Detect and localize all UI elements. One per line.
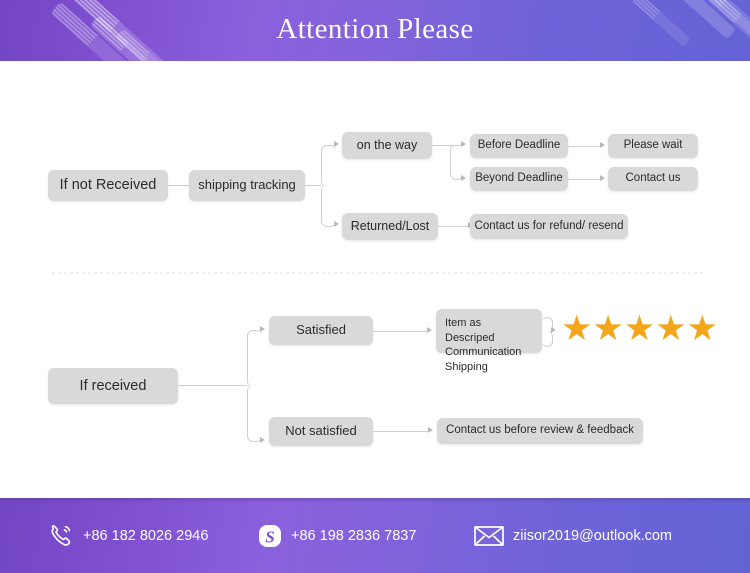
star-icon: ★	[592, 309, 623, 348]
arrow-to-stars	[551, 327, 556, 333]
rating-stars: ★ ★ ★ ★ ★	[561, 309, 718, 348]
connector-returned-to-refund	[438, 226, 469, 227]
connector-satisfied-to-criteria	[373, 331, 428, 332]
page-footer: +86 182 8026 2946 S +86 198 2836 7837 zi…	[0, 498, 750, 573]
arrow-to-not-satisfied	[260, 437, 265, 443]
criteria-line-communication: Communication	[445, 346, 522, 359]
phone-number: +86 182 8026 2946	[83, 527, 209, 544]
section-divider	[52, 272, 706, 274]
diagram-canvas: If not Received shipping tracking on the…	[0, 61, 750, 498]
node-returned-lost[interactable]: Returned/Lost	[342, 213, 438, 240]
connector-received-out	[178, 385, 247, 386]
star-icon: ★	[623, 309, 655, 348]
arrow-to-criteria	[427, 327, 432, 333]
connector-criteria-to-stars-bottom	[542, 331, 553, 347]
arrow-to-on-the-way	[334, 141, 339, 147]
connector-satisfied-split-bottom	[247, 385, 262, 442]
criteria-line-item-as-descriped: Item as Descriped	[445, 317, 495, 344]
node-before-deadline[interactable]: Before Deadline	[470, 134, 568, 158]
node-shipping-tracking[interactable]: shipping tracking	[189, 170, 305, 201]
star-icon: ★	[561, 309, 592, 348]
email-address: ziisor2019@outlook.com	[513, 527, 672, 544]
footer-shadow	[0, 498, 750, 503]
node-if-received[interactable]: If received	[48, 368, 178, 404]
node-beyond-deadline[interactable]: Beyond Deadline	[470, 167, 568, 191]
star-icon: ★	[686, 309, 718, 348]
node-contact-us[interactable]: Contact us	[608, 167, 698, 191]
node-if-not-received[interactable]: If not Received	[48, 170, 168, 201]
contact-skype[interactable]: S +86 198 2836 7837	[258, 524, 416, 548]
connector-beyond-to-contact	[568, 179, 601, 180]
page-title: Attention Please	[276, 13, 474, 45]
connector-before-to-wait	[568, 146, 601, 147]
node-contact-refund-resend[interactable]: Contact us for refund/ resend	[470, 214, 628, 239]
node-satisfied[interactable]: Satisfied	[269, 316, 373, 345]
contact-phone[interactable]: +86 182 8026 2946	[48, 523, 208, 549]
criteria-line-shipping: Shipping	[445, 360, 488, 373]
arrow-to-please-wait	[600, 142, 605, 148]
connector-satisfied-split-top	[247, 330, 262, 387]
svg-text:S: S	[265, 527, 274, 546]
skype-number: +86 198 2836 7837	[291, 527, 417, 544]
phone-ringing-icon	[48, 523, 74, 549]
node-satisfaction-criteria[interactable]: Item as Descriped Communication Shipping	[436, 309, 542, 373]
arrow-to-contact-us	[600, 175, 605, 181]
arrow-to-satisfied	[260, 326, 265, 332]
arrow-to-review-feedback	[428, 427, 433, 433]
connector-not-satisfied-to-result	[373, 431, 429, 432]
connector-on-the-way-out	[432, 145, 450, 146]
star-icon: ★	[655, 309, 686, 348]
connector-root-to-tracking	[168, 185, 189, 186]
arrow-to-before-deadline	[461, 141, 466, 147]
contact-email[interactable]: ziisor2019@outlook.com	[474, 525, 672, 547]
connector-branch-split-top	[321, 145, 336, 187]
node-not-satisfied[interactable]: Not satisfied	[269, 417, 373, 446]
page-header: Attention Please	[0, 0, 750, 61]
envelope-icon	[474, 525, 504, 547]
node-on-the-way[interactable]: on the way	[342, 132, 432, 159]
skype-icon: S	[258, 524, 282, 548]
connector-tracking-out	[305, 185, 321, 186]
arrow-to-beyond-deadline	[461, 175, 466, 181]
node-contact-before-review[interactable]: Contact us before review & feedback	[437, 418, 643, 444]
arrow-to-returned-lost	[334, 221, 339, 227]
node-please-wait[interactable]: Please wait	[608, 134, 698, 158]
